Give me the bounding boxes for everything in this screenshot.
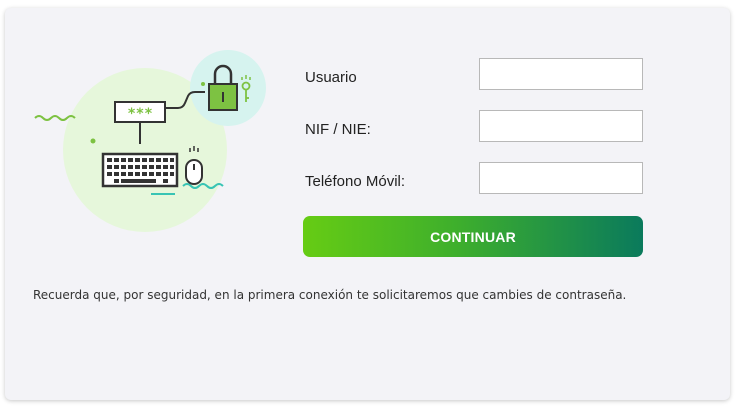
- login-card: *** Usuario NIF / NIE: Teléfono Móvil: C…: [5, 8, 730, 400]
- continuar-button[interactable]: CONTINUAR: [303, 216, 643, 257]
- nif-nie-input[interactable]: [479, 110, 643, 142]
- telefono-movil-input[interactable]: [479, 162, 643, 194]
- security-illustration: ***: [34, 50, 266, 232]
- security-note: Recuerda que, por seguridad, en la prime…: [33, 288, 627, 302]
- dot-decoration: [90, 138, 96, 144]
- usuario-label: Usuario: [305, 69, 357, 86]
- usuario-input[interactable]: [479, 58, 643, 90]
- nif-nie-label: NIF / NIE:: [305, 121, 371, 138]
- telefono-movil-label: Teléfono Móvil:: [305, 173, 406, 190]
- password-mask-text: ***: [127, 106, 152, 122]
- dot-decoration: [201, 82, 205, 86]
- keyboard-icon: [101, 152, 179, 188]
